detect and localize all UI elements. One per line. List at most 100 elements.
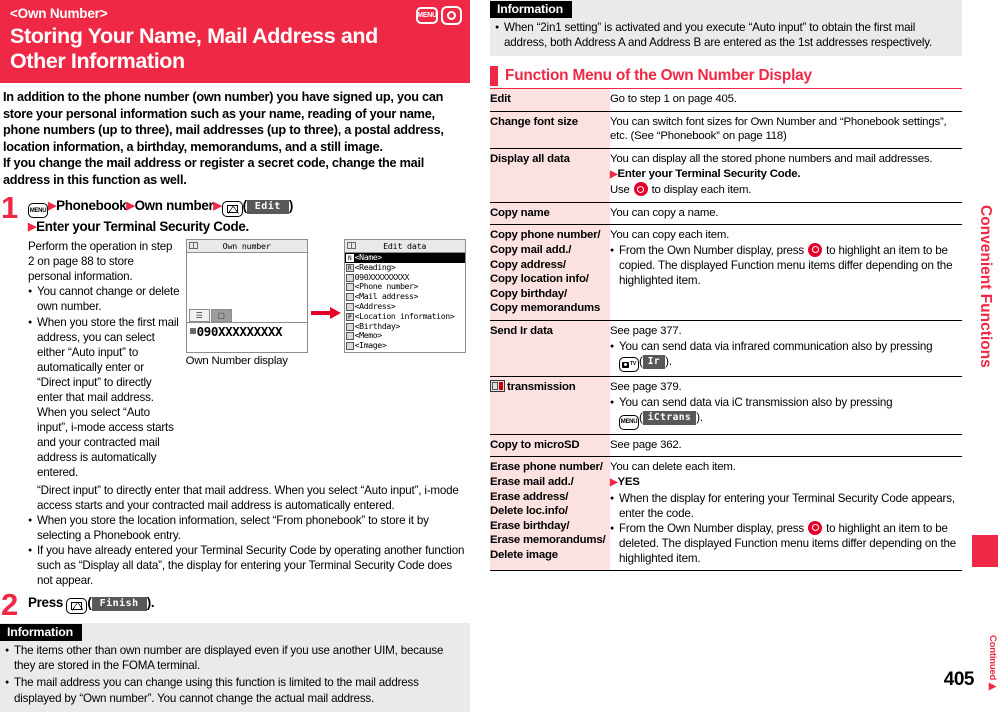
continued-arrow-icon: ▶ (987, 681, 998, 692)
function-name: Display all data (490, 148, 610, 203)
own-number-value: 090XXXXXXXXX (189, 324, 283, 340)
step-1-bullet-4: If you have already entered your Termina… (28, 543, 470, 588)
list-item[interactable]: <Image> (345, 340, 465, 351)
phone-icon (345, 283, 354, 292)
step-1: 1 MENU ▶Phonebook▶Own number▶(Edit) ▶Ente… (0, 192, 470, 589)
menu-key-icon: MENU (416, 7, 438, 24)
step-1-bullet-2: When you store the first mail address, y… (28, 315, 180, 481)
arrow-icon: ▶ (610, 168, 618, 180)
list-icon: ☰ (188, 309, 210, 323)
step-1-content: Perform the operation in step 2 on page … (28, 239, 470, 481)
information-heading: Information (0, 624, 82, 642)
function-name: Send Ir data (490, 320, 610, 378)
ic-transmission-icon (490, 380, 505, 393)
function-name: transmission (490, 376, 610, 435)
use-prefix: Use (610, 184, 630, 197)
function-desc: You can delete each item. ▶YES When the … (610, 456, 962, 572)
step-2-heading: Press (Finish). (28, 594, 470, 615)
function-desc-line: You can display all the stored phone num… (610, 152, 933, 165)
list-item-label: <Image> (354, 340, 387, 351)
phone-screens: Own number ☰ ▢ 090XXXXXXXXX Own Number d… (185, 239, 470, 368)
control-key-icon (808, 242, 823, 257)
function-bullet: When the display for entering your Termi… (610, 491, 962, 521)
function-desc: You can switch font sizes for Own Number… (610, 111, 962, 149)
arrow-icon: ▶ (48, 199, 57, 212)
continued-text: Continued (987, 635, 998, 681)
own-number-text: 090XXXXXXXXX (196, 324, 283, 340)
own-number-screen-title: Own number (186, 240, 307, 254)
function-desc-line: You can switch font sizes for Own Number… (610, 115, 947, 143)
name-icon: N (345, 253, 354, 262)
table-row: Send Ir data See page 377. You can send … (490, 320, 962, 378)
edit-data-screen-title-text: Edit data (383, 241, 427, 252)
edit-data-screen: Edit data N <Name> R <Reading> 090XXXXXXXX… (343, 239, 466, 354)
table-row: Copy to microSD See page 362. (490, 434, 962, 458)
step-1-line2: Enter your Terminal Security Code. (36, 219, 249, 235)
camera-tv-key-icon: TV (619, 357, 639, 373)
page-title-line2: Other Information (10, 49, 185, 73)
mail-key-icon (221, 200, 243, 217)
chapter-tag: <Own Number> (10, 6, 108, 21)
step-2: 2 Press (Finish). (0, 589, 470, 620)
photo-icon: ▢ (210, 309, 232, 323)
own-number-screen-group: Own number ☰ ▢ 090XXXXXXXXX Own Number d… (185, 239, 308, 368)
step-1-number: 1 (1, 189, 19, 225)
function-name-label: transmission (507, 381, 576, 394)
function-sub-step: ▶YES (610, 475, 962, 491)
edit-data-list: N <Name> R <Reading> 090XXXXXXXXX <Phone n… (344, 252, 465, 352)
function-bullet-prefix: You can send data via iC transmission al… (619, 395, 893, 409)
function-desc-line: See page 379. (610, 381, 682, 394)
arrow-icon: ▶ (28, 221, 37, 234)
step-1-item-own-number: Own number (134, 197, 214, 213)
section-bar (490, 66, 498, 87)
information-bullet: The mail address you can change using th… (5, 675, 464, 705)
step-1-bullet-2-continued: “Direct input” to directly enter that ma… (28, 483, 470, 513)
information-bullet: The items other than own number are disp… (5, 643, 464, 673)
screen-illustrations: Own number ☰ ▢ 090XXXXXXXXX Own Number d… (185, 239, 470, 481)
step-1-bullet-3: When you store the location information,… (28, 513, 470, 543)
function-bullet-suffix: ). (665, 354, 672, 368)
table-row: Copy name You can copy a name. (490, 202, 962, 226)
mail-icon (345, 293, 354, 302)
function-name: Edit (490, 89, 610, 112)
control-key-icon (441, 6, 462, 25)
step-1-bullet-1: You cannot change or delete own number. (28, 284, 180, 314)
arrow-icon: ▶ (213, 199, 222, 212)
function-name: Erase phone number/ Erase mail add./ Era… (490, 456, 610, 572)
side-tab-marker (972, 535, 998, 567)
own-number-tabs: ☰ ▢ (188, 309, 232, 323)
function-bullet: You can send data via infrared communica… (610, 339, 962, 373)
step-2-trailing: ). (146, 595, 155, 611)
softkey-finish: Finish (91, 597, 147, 612)
screen-caption: Own Number display (185, 355, 288, 368)
function-desc-line: You can copy each item. (610, 229, 730, 242)
function-desc-line: See page 362. (610, 438, 682, 451)
intro-paragraph-2: If you change the mail address or regist… (3, 156, 425, 187)
function-use-line: Use to display each item. (610, 182, 962, 198)
step-1-heading: MENU ▶Phonebook▶Own number▶(Edit) ▶Enter … (28, 197, 294, 235)
table-row: transmission See page 379. You can send … (490, 376, 962, 435)
side-tab-label: Convenient Functions (977, 205, 994, 368)
intro-paragraph-1: In addition to the phone number (own num… (3, 90, 444, 154)
function-bullet: From the Own Number display, press to hi… (610, 520, 962, 566)
function-bullet-suffix: ). (696, 410, 703, 424)
function-desc: See page 377. You can send data via infr… (610, 320, 962, 378)
own-number-screen: Own number ☰ ▢ 090XXXXXXXXX (185, 239, 308, 354)
table-row: Display all data You can display all the… (490, 148, 962, 203)
function-menu-table: Edit Go to step 1 on page 405. Change fo… (490, 89, 962, 572)
function-bullet-prefix: From the Own Number display, press (619, 243, 805, 257)
function-name: Copy name (490, 202, 610, 226)
function-desc: See page 379. You can send data via iC t… (610, 376, 962, 435)
own-number-screen-title-text: Own number (222, 241, 271, 252)
mail-key-icon (66, 598, 88, 615)
function-sub-step: ▶Enter your Terminal Security Code. (610, 167, 962, 183)
birthday-icon (345, 322, 354, 331)
softkey-ictrans: iCtrans (642, 410, 697, 425)
section-heading-wrap: Function Menu of the Own Number Display (490, 66, 962, 90)
function-desc: Go to step 1 on page 405. (610, 89, 962, 112)
menu-key-icon: MENU (28, 203, 48, 219)
page-title: Storing Your Name, Mail Address and Othe… (10, 24, 410, 74)
function-name: Copy phone number/ Copy mail add./ Copy … (490, 224, 610, 321)
function-bullet: You can send data via iC transmission al… (610, 395, 962, 430)
continued-label: Continued▶ (987, 635, 998, 692)
